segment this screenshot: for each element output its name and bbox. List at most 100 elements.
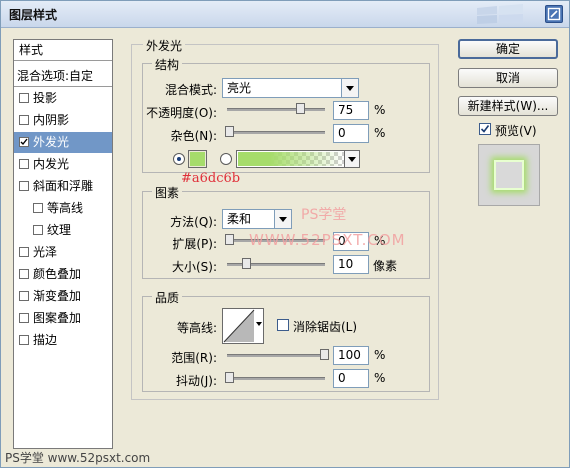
effect-item[interactable]: 描边 (14, 330, 112, 351)
effect-label: 外发光 (33, 135, 70, 149)
elements-title: 图素 (152, 184, 183, 201)
effect-label: 投影 (33, 91, 58, 105)
opacity-slider-thumb[interactable] (296, 103, 305, 114)
effect-checkbox[interactable] (19, 313, 29, 323)
effect-checkbox[interactable] (19, 115, 29, 125)
blending-options-item[interactable]: 混合选项:自定 (14, 66, 112, 87)
anti-alias-checkbox[interactable] (277, 319, 289, 331)
effect-item[interactable]: 颜色叠加 (14, 264, 112, 285)
effect-item[interactable]: 渐变叠加 (14, 286, 112, 307)
effect-item[interactable]: 斜面和浮雕 (14, 176, 112, 197)
bottom-watermark: PS学堂 www.52psxt.com (5, 451, 151, 465)
effect-item[interactable]: 内发光 (14, 154, 112, 175)
effect-label: 描边 (33, 333, 58, 347)
spread-label: 扩展(P): (172, 237, 217, 251)
range-slider-thumb[interactable] (320, 349, 329, 360)
opacity-slider-track[interactable] (227, 108, 325, 111)
jitter-slider-track[interactable] (227, 377, 325, 380)
effect-checkbox[interactable] (33, 203, 43, 213)
checkmark-icon (20, 138, 28, 146)
noise-slider-thumb[interactable] (225, 126, 234, 137)
effect-label: 内发光 (33, 157, 70, 171)
effect-checkbox[interactable] (19, 247, 29, 257)
url-watermark: WWW.52PSXT.COM (249, 231, 406, 249)
technique-label: 方法(Q): (170, 215, 217, 229)
styles-header[interactable]: 样式 (14, 40, 112, 61)
range-input[interactable]: 100 (333, 346, 369, 365)
effect-checkbox[interactable] (19, 93, 29, 103)
effect-item[interactable]: 内阴影 (14, 110, 112, 131)
effect-item[interactable]: 纹理 (14, 220, 112, 241)
ok-button[interactable]: 确定 (458, 39, 558, 59)
technique-select[interactable]: 柔和 (222, 209, 292, 229)
noise-label: 杂色(N): (170, 129, 217, 143)
noise-slider-track[interactable] (227, 131, 325, 134)
effect-item[interactable]: 等高线 (14, 198, 112, 219)
checkmark-icon (480, 125, 490, 133)
size-slider-thumb[interactable] (242, 258, 251, 269)
effect-item[interactable]: 光泽 (14, 242, 112, 263)
preview-label: 预览(V) (495, 124, 537, 138)
glow-color-swatch[interactable] (188, 150, 207, 168)
noise-unit: % (374, 126, 386, 140)
size-unit: 像素 (373, 259, 398, 273)
jitter-input[interactable]: 0 (333, 369, 369, 388)
chevron-down-icon (341, 79, 358, 97)
effect-label: 内阴影 (33, 113, 70, 127)
structure-title: 结构 (152, 56, 183, 73)
contour-linear-icon (223, 309, 255, 343)
effect-label: 纹理 (47, 223, 72, 237)
styles-list: 样式 混合选项:自定 投影内阴影外发光内发光斜面和浮雕等高线纹理光泽颜色叠加渐变… (13, 39, 113, 449)
effect-checkbox[interactable] (19, 269, 29, 279)
effect-label: 图案叠加 (33, 311, 82, 325)
color-annotation: #a6dc6b (181, 171, 241, 186)
jitter-label: 抖动(J): (176, 374, 217, 388)
range-unit: % (374, 348, 386, 362)
range-label: 范围(R): (171, 351, 217, 365)
effect-label: 颜色叠加 (33, 267, 82, 281)
noise-input[interactable]: 0 (333, 124, 369, 143)
effect-item[interactable]: 投影 (14, 88, 112, 109)
close-icon (547, 7, 561, 21)
effect-checkbox[interactable] (19, 335, 29, 345)
cancel-button[interactable]: 取消 (458, 68, 558, 88)
effect-item[interactable]: 外发光 (14, 132, 112, 153)
range-slider-track[interactable] (227, 354, 325, 357)
jitter-unit: % (374, 371, 386, 385)
title-bar: 图层样式 (1, 1, 569, 28)
close-button[interactable] (545, 5, 563, 23)
spread-slider-thumb[interactable] (225, 234, 234, 245)
windows-logo-icon (477, 4, 523, 24)
effect-label: 斜面和浮雕 (33, 179, 94, 193)
preview-checkbox[interactable] (479, 123, 491, 135)
effect-checkbox[interactable] (19, 159, 29, 169)
jitter-slider-thumb[interactable] (225, 372, 234, 383)
new-style-button[interactable]: 新建样式(W)... (458, 96, 558, 116)
solid-color-radio[interactable] (173, 153, 185, 165)
effect-item[interactable]: 图案叠加 (14, 308, 112, 329)
anti-alias-label: 消除锯齿(L) (293, 320, 358, 334)
effect-checkbox[interactable] (19, 181, 29, 191)
opacity-input[interactable]: 75 (333, 101, 369, 120)
gradient-radio[interactable] (220, 153, 232, 165)
outer-glow-title: 外发光 (143, 37, 186, 54)
blend-mode-label: 混合模式: (164, 83, 217, 97)
effect-label: 光泽 (33, 245, 58, 259)
ps-watermark: PS学堂 (301, 207, 347, 223)
size-input[interactable]: 10 (333, 255, 369, 274)
layer-style-dialog: 图层样式 样式 混合选项:自定 投影 内阴影 外发光 内发光 斜面和浮雕 等高线 纹理 光泽颜… (0, 0, 570, 468)
effect-checkbox[interactable] (19, 137, 29, 147)
gradient-picker[interactable] (236, 150, 360, 168)
blend-mode-select[interactable]: 亮光 (222, 78, 359, 98)
effect-checkbox[interactable] (33, 225, 43, 235)
contour-picker[interactable] (222, 308, 264, 344)
quality-title: 品质 (152, 289, 183, 306)
style-preview-thumbnail (478, 144, 540, 206)
effect-label: 等高线 (47, 201, 84, 215)
opacity-unit: % (374, 103, 386, 117)
chevron-down-icon (274, 210, 291, 228)
chevron-down-icon (256, 322, 262, 326)
effect-checkbox[interactable] (19, 291, 29, 301)
contour-label: 等高线: (176, 321, 217, 335)
preview-square (494, 160, 524, 190)
